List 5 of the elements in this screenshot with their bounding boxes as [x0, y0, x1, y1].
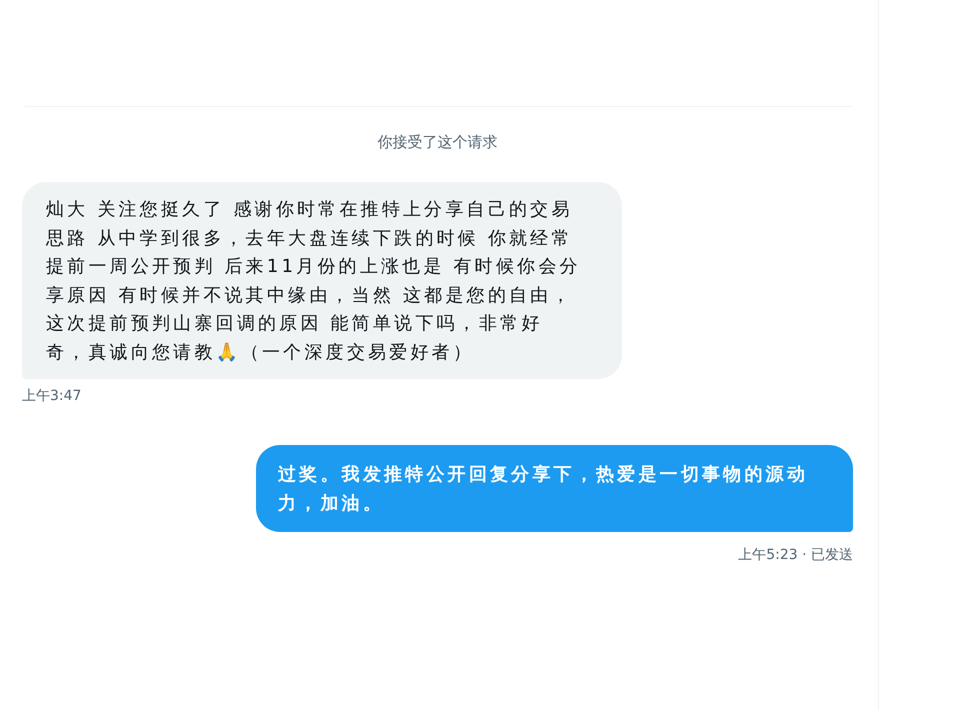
message-text: 灿大 关注您挺久了 感谢你时常在推特上分享自己的交易思路 从中学到很多，去年大盘连续下跌的时候 你就经常提前一周公开预判 后来11月份的上涨也是 有时候你会分享原因 有时候并不说其中缘由，当然 这都是您的自由，这次提前预判山寨回调的原因 能简单说下吗，非常好奇，真诚向您请教🙏（一个深度交易爱好者）: [46, 198, 582, 364]
message-time: 上午3:47: [22, 387, 82, 405]
notice-text: 你接受了这个请求: [376, 133, 498, 152]
message-text: 过奖。我发推特公开回复分享下，热爱是一切事物的源动力，加油。: [278, 463, 809, 516]
message-time: 上午5:23 · 已发送: [738, 546, 853, 564]
